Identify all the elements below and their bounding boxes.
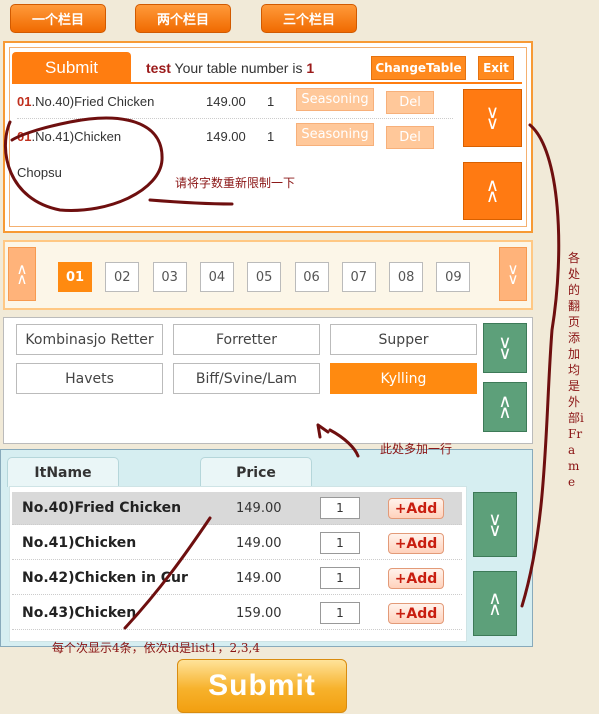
plus-icon: + <box>394 570 407 587</box>
order-row-index: 01 <box>17 129 32 144</box>
order-row-index: 01 <box>17 94 32 109</box>
item-name: No.42)Chicken in Cur <box>22 570 188 586</box>
item-name: No.41)Chicken <box>22 535 137 551</box>
order-row-price: 149.00 <box>206 129 246 144</box>
order-row-divider <box>17 118 453 119</box>
annotation-limit-chars: 请将字数重新限制一下 <box>175 176 296 190</box>
change-table-button[interactable]: ChangeTable <box>371 56 466 80</box>
quantity-input[interactable]: 1 <box>320 567 360 589</box>
order-scroll-up-button[interactable]: ∧ ∧ <box>463 162 522 220</box>
table-text: Your table number is <box>174 60 303 76</box>
item-price: 159.00 <box>236 606 282 621</box>
list4[interactable]: No.43)Chicken 159.00 1 + Add <box>12 597 462 630</box>
delete-button[interactable]: Del <box>386 126 434 149</box>
quantity-input[interactable]: 1 <box>320 532 360 554</box>
chevron-up-icon: ∧ ∧ <box>485 175 500 207</box>
order-row-price: 149.00 <box>206 94 246 109</box>
seasoning-button[interactable]: Seasoning <box>296 123 374 146</box>
annotation-add-row: 此处多加一行 <box>380 442 453 456</box>
category-button[interactable]: Havets <box>16 363 163 394</box>
category-scroll-down-button[interactable]: ∨ ∨ <box>483 323 527 373</box>
page-button-04[interactable]: 04 <box>199 262 234 292</box>
item-price: 149.00 <box>236 571 282 586</box>
order-row-qty: 1 <box>267 94 275 109</box>
page-button-01[interactable]: 01 <box>58 262 92 292</box>
add-label: Add <box>406 500 438 517</box>
tab-column-3[interactable]: 三个栏目 <box>261 4 357 33</box>
category-button[interactable]: Supper <box>330 324 477 355</box>
item-name: No.40)Fried Chicken <box>22 500 182 516</box>
tab-column-2[interactable]: 两个栏目 <box>135 4 231 33</box>
list3[interactable]: No.42)Chicken in Cur 149.00 1 + Add <box>12 562 462 595</box>
add-button[interactable]: + Add <box>388 568 444 589</box>
order-row-name-wrap: Chopsu <box>17 165 62 180</box>
order-row: 01.No.41)Chicken <box>17 129 121 144</box>
list1[interactable]: No.40)Fried Chicken 149.00 1 + Add <box>12 492 462 525</box>
submit-order-button[interactable]: Submit <box>177 659 347 713</box>
add-label: Add <box>406 535 438 552</box>
user-name: test <box>146 60 171 76</box>
exit-button[interactable]: Exit <box>478 56 514 80</box>
column-header-name: ItName <box>7 457 119 487</box>
chevron-down-icon: ∨ ∨ <box>485 102 500 134</box>
item-name: No.43)Chicken <box>22 605 137 621</box>
page-button-05[interactable]: 05 <box>247 262 282 292</box>
pager-prev-button[interactable]: ∧ ∧ <box>8 247 36 301</box>
order-row-name: .No.41)Chicken <box>31 129 122 144</box>
item-scroll-down-button[interactable]: ∨ ∨ <box>473 492 517 557</box>
category-button[interactable]: Kombinasjo Retter <box>16 324 163 355</box>
add-button[interactable]: + Add <box>388 533 444 554</box>
add-label: Add <box>406 605 438 622</box>
item-price: 149.00 <box>236 501 282 516</box>
table-info: test Your table number is 1 <box>146 60 314 76</box>
seasoning-button[interactable]: Seasoning <box>296 88 374 111</box>
order-row-qty: 1 <box>267 129 275 144</box>
chevron-up-icon: ∧ ∧ <box>488 587 502 620</box>
plus-icon: + <box>394 500 407 517</box>
category-button[interactable]: Forretter <box>173 324 320 355</box>
tab-column-1[interactable]: 一个栏目 <box>10 4 106 33</box>
order-row-name: .No.40)Fried Chicken <box>31 94 155 109</box>
annotation-show-four: 每个次显示4条，依次id是list1，2,3,4 <box>52 641 260 655</box>
add-label: Add <box>406 570 438 587</box>
page-button-03[interactable]: 03 <box>152 262 187 292</box>
pager-next-button[interactable]: ∨ ∨ <box>499 247 527 301</box>
chevron-up-icon: ∧ ∧ <box>16 260 28 288</box>
page-button-06[interactable]: 06 <box>294 262 329 292</box>
order-header-line <box>12 82 522 84</box>
order-submit-tab[interactable]: Submit <box>12 52 131 83</box>
plus-icon: + <box>394 535 407 552</box>
add-button[interactable]: + Add <box>388 498 444 519</box>
delete-button[interactable]: Del <box>386 91 434 114</box>
column-header-price: Price <box>200 457 312 487</box>
category-button[interactable]: Biff/Svine/Lam <box>173 363 320 394</box>
chevron-up-icon: ∧ ∧ <box>498 391 512 423</box>
page-button-02[interactable]: 02 <box>105 262 140 292</box>
category-button[interactable]: Kylling <box>330 363 477 394</box>
table-number: 1 <box>306 60 315 76</box>
chevron-down-icon: ∨ ∨ <box>498 332 512 364</box>
order-row: 01.No.40)Fried Chicken <box>17 94 154 109</box>
chevron-down-icon: ∨ ∨ <box>488 508 502 541</box>
chevron-down-icon: ∨ ∨ <box>507 260 519 288</box>
plus-icon: + <box>394 605 407 622</box>
page-button-09[interactable]: 09 <box>436 262 471 292</box>
annotation-paging-iframe: 各处的翻页添加均是外部iFrame <box>568 251 584 489</box>
list2[interactable]: No.41)Chicken 149.00 1 + Add <box>12 527 462 560</box>
page-button-08[interactable]: 08 <box>389 262 424 292</box>
quantity-input[interactable]: 1 <box>320 497 360 519</box>
item-scroll-up-button[interactable]: ∧ ∧ <box>473 571 517 636</box>
add-button[interactable]: + Add <box>388 603 444 624</box>
quantity-input[interactable]: 1 <box>320 602 360 624</box>
category-scroll-up-button[interactable]: ∧ ∧ <box>483 382 527 432</box>
item-price: 149.00 <box>236 536 282 551</box>
page-button-07[interactable]: 07 <box>341 262 376 292</box>
order-scroll-down-button[interactable]: ∨ ∨ <box>463 89 522 147</box>
